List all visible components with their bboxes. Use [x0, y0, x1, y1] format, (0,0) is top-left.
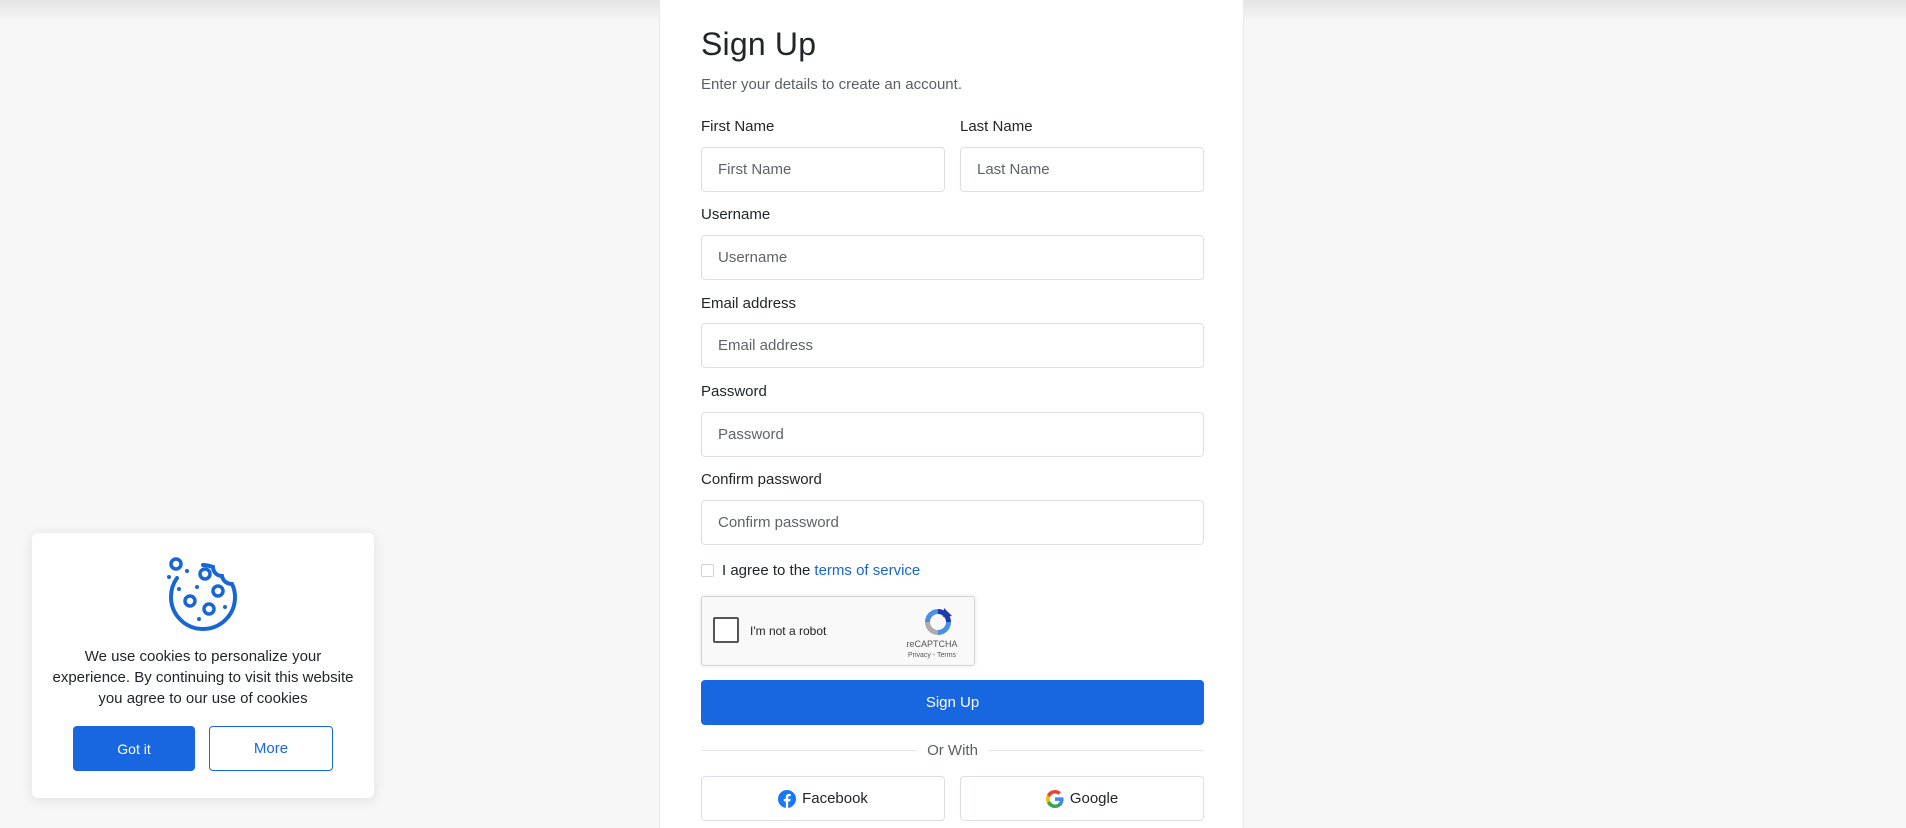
- divider-text: Or With: [927, 741, 978, 759]
- or-with-divider: Or With: [701, 740, 1204, 760]
- page-title: Sign Up: [701, 26, 817, 62]
- google-label: Google: [1069, 790, 1119, 807]
- facebook-button[interactable]: Facebook: [701, 776, 945, 821]
- first-name-input[interactable]: [701, 147, 945, 192]
- cookie-message: We use cookies to personalize your exper…: [52, 648, 354, 707]
- terms-of-service-link[interactable]: terms of service: [814, 562, 920, 579]
- google-button[interactable]: Google: [960, 776, 1204, 821]
- divider-line-right: [987, 749, 1204, 751]
- password-input[interactable]: [701, 412, 1204, 457]
- terms-prefix: I agree to the: [722, 561, 811, 579]
- password-label: Password: [701, 383, 767, 400]
- cookie-banner: We use cookies to personalize your exper…: [32, 533, 374, 798]
- terms-checkbox[interactable]: [701, 563, 714, 577]
- signup-card: Sign Up Enter your details to create an …: [659, 0, 1244, 828]
- terms-row: I agree to the terms of service: [701, 561, 920, 579]
- confirm-password-label: Confirm password: [701, 471, 822, 488]
- facebook-label: Facebook: [802, 790, 868, 807]
- cookie-got-it-button[interactable]: Got it: [73, 726, 195, 771]
- google-icon: [1045, 789, 1064, 808]
- page-subtitle: Enter your details to create an account.: [701, 76, 962, 93]
- sign-up-button[interactable]: Sign Up: [701, 680, 1204, 725]
- last-name-input[interactable]: [960, 147, 1204, 192]
- recaptcha-checkbox[interactable]: [713, 617, 739, 643]
- confirm-password-input[interactable]: [701, 500, 1204, 545]
- facebook-icon: [778, 789, 797, 808]
- cookie-more-button[interactable]: More: [209, 726, 333, 771]
- username-label: Username: [701, 206, 771, 223]
- first-name-label: First Name: [701, 118, 775, 135]
- recaptcha-widget: I'm not a robot reCAPTCHA Privacy - Term…: [701, 596, 975, 666]
- username-input[interactable]: [701, 235, 1204, 280]
- divider-line-left: [701, 749, 918, 751]
- recaptcha-label: I'm not a robot: [750, 624, 827, 638]
- email-label: Email address: [701, 295, 797, 312]
- recaptcha-brand: reCAPTCHA: [906, 639, 958, 649]
- recaptcha-links[interactable]: Privacy - Terms: [892, 652, 972, 659]
- recaptcha-logo-icon: [925, 608, 952, 635]
- email-input[interactable]: [701, 323, 1204, 368]
- cookie-icon: [167, 557, 238, 632]
- last-name-label: Last Name: [960, 118, 1033, 135]
